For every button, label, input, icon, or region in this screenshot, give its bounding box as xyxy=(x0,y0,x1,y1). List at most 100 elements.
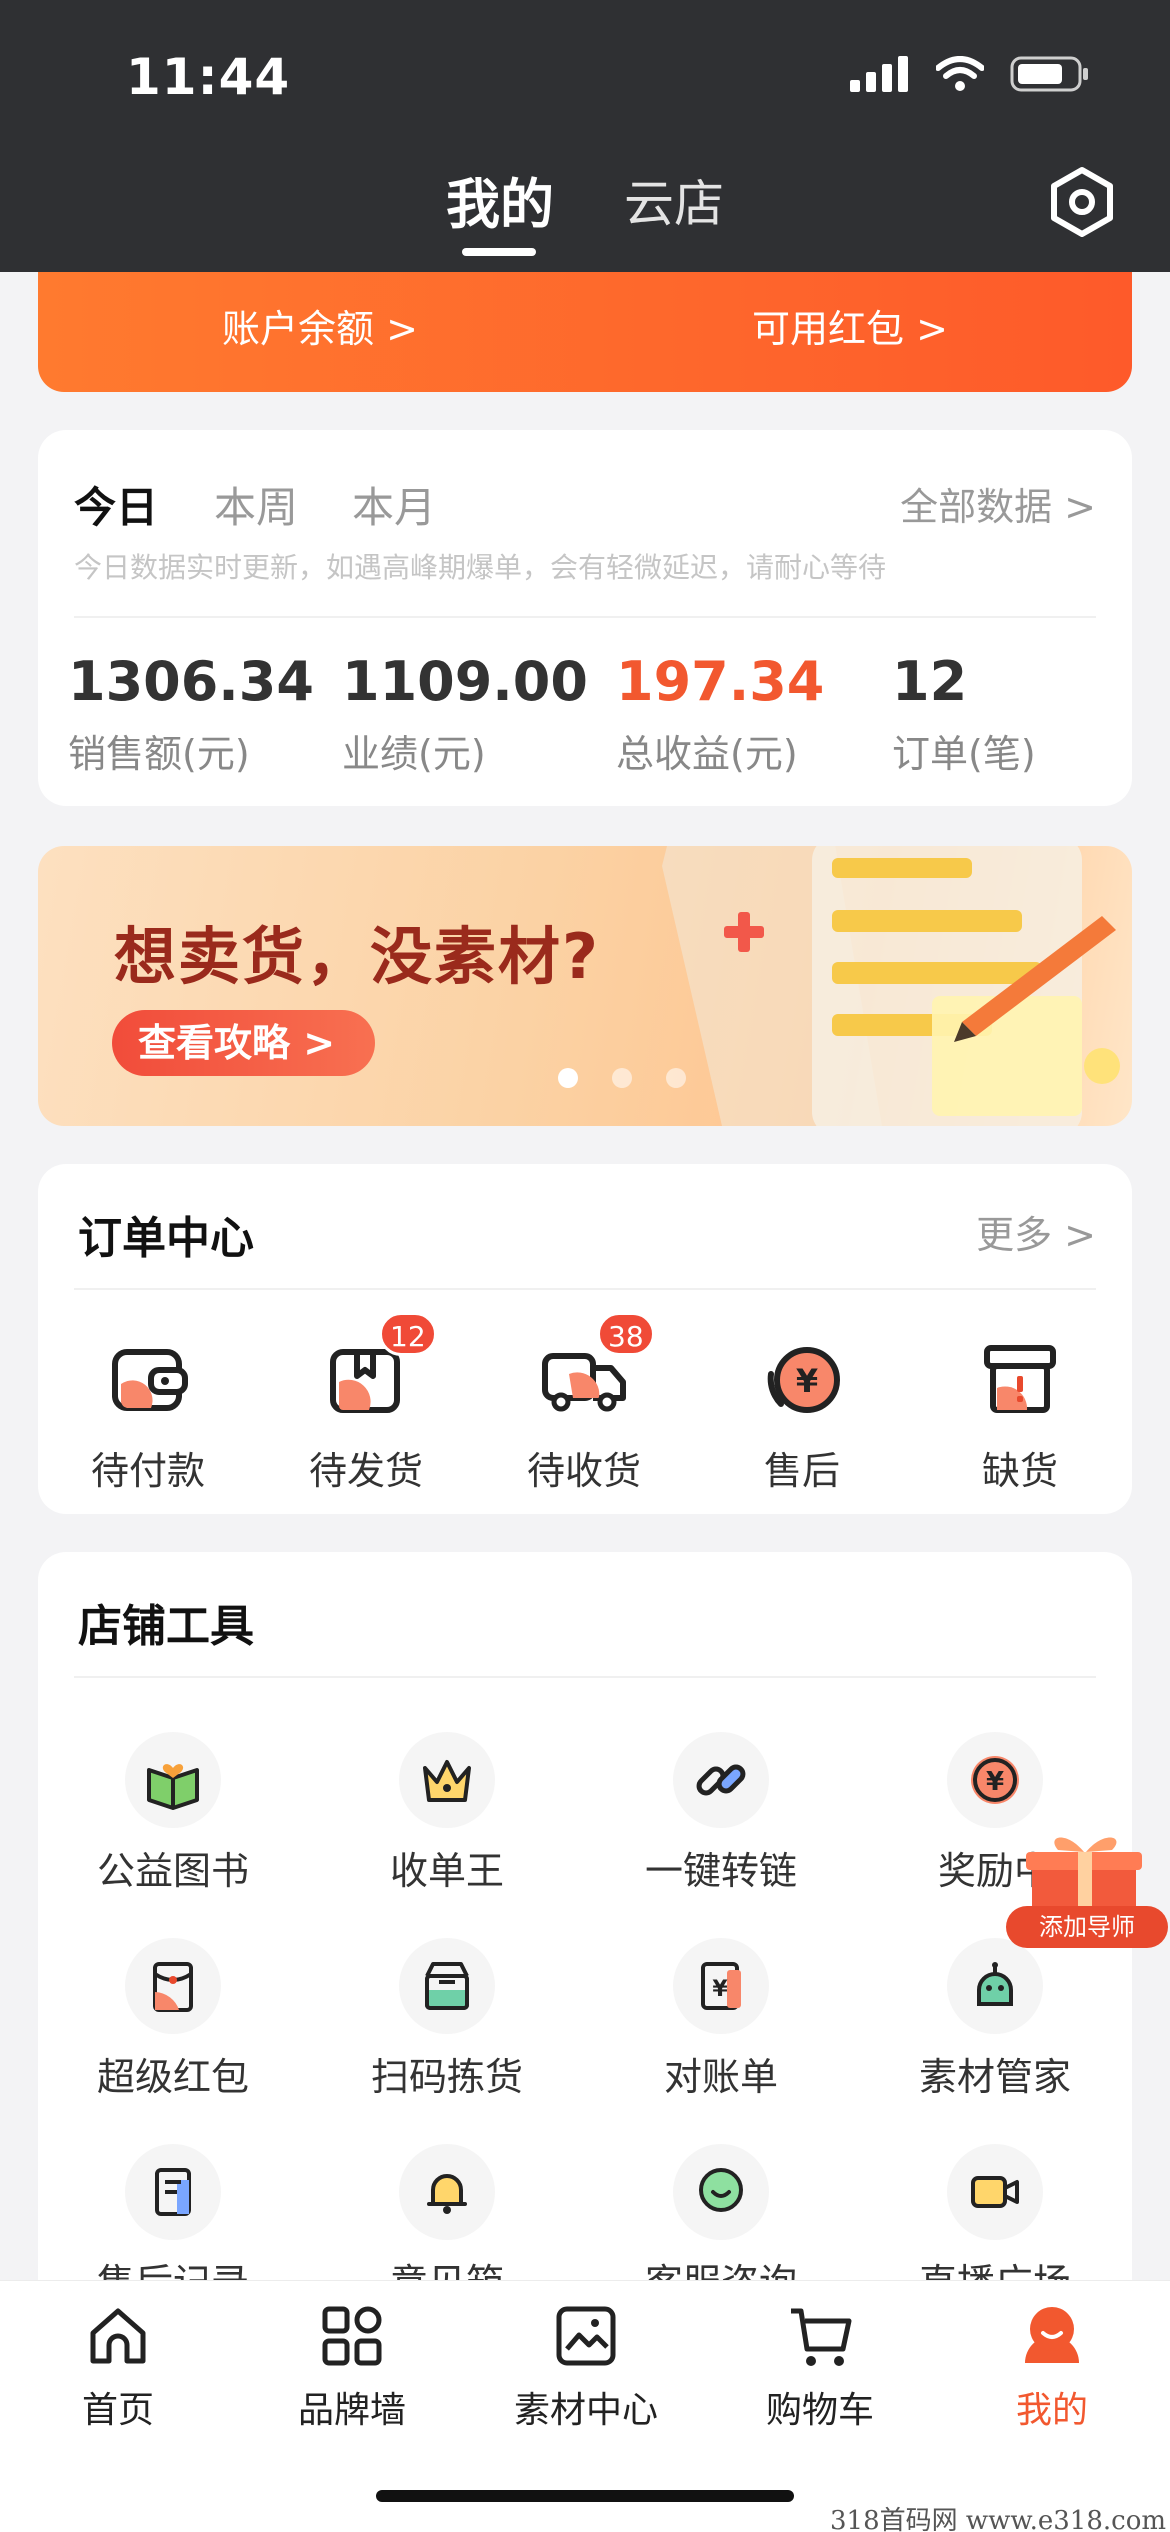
stat-value: 1306.34 xyxy=(68,650,314,713)
tab-label: 品牌墙 xyxy=(297,2390,406,2431)
scan-box-icon xyxy=(425,1962,469,2010)
header-tabs: 我的 云店 xyxy=(0,160,1170,260)
document-illustration xyxy=(662,846,1120,1126)
box-alert-icon xyxy=(984,1345,1056,1413)
tab-label: 素材中心 xyxy=(513,2390,658,2431)
battery-icon xyxy=(1010,56,1088,92)
svg-text:¥: ¥ xyxy=(712,1977,728,2002)
tool-statement[interactable]: ¥ 对账单 xyxy=(606,1938,836,2101)
more-link[interactable]: 更多 > xyxy=(976,1204,1096,1259)
status-icons xyxy=(850,56,1090,92)
redpacket-link[interactable]: 可用红包 > xyxy=(752,298,948,353)
section-title: 订单中心 xyxy=(78,1213,254,1264)
tool-material-butler[interactable]: 素材管家 xyxy=(880,1938,1110,2101)
tab-cart[interactable]: 购物车 xyxy=(730,2301,910,2433)
add-mentor-label: 添加导师 xyxy=(1006,1906,1168,1948)
tool-one-click-link[interactable]: 一键转链 xyxy=(606,1732,836,1895)
tool-charity-books[interactable]: 公益图书 xyxy=(58,1732,288,1895)
order-label: 待收货 xyxy=(526,1449,641,1493)
order-out-of-stock[interactable]: 缺货 xyxy=(930,1334,1110,1495)
home-indicator xyxy=(376,2490,794,2502)
record-icon xyxy=(155,2168,191,2216)
camera-icon xyxy=(971,2176,1019,2208)
order-pending-payment[interactable]: 待付款 xyxy=(58,1334,238,1495)
tab-label: 我的 xyxy=(1015,2390,1088,2431)
tool-scan-pick[interactable]: 扫码拣货 xyxy=(332,1938,562,2101)
stat-label: 总收益(元) xyxy=(616,732,798,776)
tool-super-redpacket[interactable]: 超级红包 xyxy=(58,1938,288,2101)
stats-card: 今日 本周 本月 全部数据 > 今日数据实时更新，如遇高峰期爆单，会有轻微延迟，… xyxy=(38,430,1132,806)
robot-icon xyxy=(977,1962,1013,2006)
period-tab-month[interactable]: 本月 xyxy=(352,474,436,535)
order-label: 待发货 xyxy=(308,1449,423,1493)
tab-material-center[interactable]: 素材中心 xyxy=(496,2301,676,2433)
yuan-coin-icon: ¥ xyxy=(971,1756,1019,1804)
profile-icon xyxy=(1025,2307,1079,2363)
stat-value: 12 xyxy=(892,650,968,713)
tab-label: 首页 xyxy=(81,2390,154,2431)
banner-title: 想卖货，没素材? xyxy=(114,920,600,993)
svg-text:¥: ¥ xyxy=(796,1362,818,1400)
top-header: 11:44 我的 云店 xyxy=(0,0,1170,272)
order-label: 待付款 xyxy=(90,1449,205,1493)
view-guide-button[interactable]: 查看攻略 > xyxy=(112,1010,376,1076)
tool-label: 一键转链 xyxy=(644,1849,797,1893)
order-badge: 38 xyxy=(597,1312,655,1356)
section-title: 店铺工具 xyxy=(78,1601,254,1652)
order-label: 售后 xyxy=(763,1449,840,1493)
signal-icon xyxy=(850,56,908,92)
promo-banner[interactable]: 想卖货，没素材? 查看攻略 > xyxy=(38,846,1132,1126)
tab-label: 购物车 xyxy=(765,2390,874,2431)
grid-icon xyxy=(322,2306,382,2366)
tab-cloud-store[interactable]: 云店 xyxy=(624,164,724,236)
order-to-ship[interactable]: 12 待发货 xyxy=(276,1312,456,1495)
tool-order-king[interactable]: 收单王 xyxy=(332,1732,562,1895)
carousel-dot[interactable] xyxy=(666,1068,686,1088)
book-heart-icon xyxy=(147,1764,199,1810)
stat-earnings[interactable]: 197.34 总收益(元) xyxy=(616,650,824,778)
tool-label: 公益图书 xyxy=(96,1849,249,1893)
tab-underline xyxy=(462,248,536,256)
balance-strip: 账户余额 > 可用红包 > xyxy=(38,272,1132,392)
wifi-icon xyxy=(936,56,984,91)
stat-label: 订单(笔) xyxy=(892,732,1036,776)
stats-note: 今日数据实时更新，如遇高峰期爆单，会有轻微延迟，请耐心等待 xyxy=(74,551,887,584)
carousel-dot[interactable] xyxy=(558,1068,578,1088)
stat-performance[interactable]: 1109.00 业绩(元) xyxy=(342,650,588,778)
stat-value: 197.34 xyxy=(616,650,825,713)
stat-label: 销售额(元) xyxy=(68,732,250,776)
stat-value: 1109.00 xyxy=(342,650,588,713)
tab-brand-wall[interactable]: 品牌墙 xyxy=(262,2301,442,2433)
stat-orders[interactable]: 12 订单(笔) xyxy=(892,650,1036,778)
cart-icon xyxy=(791,2308,852,2366)
order-after-sale[interactable]: ¥ 售后 xyxy=(712,1334,892,1495)
tab-home[interactable]: 首页 xyxy=(28,2301,208,2433)
link-icon xyxy=(696,1764,746,1796)
add-mentor-float[interactable]: 添加导师 xyxy=(1006,1830,1168,1950)
order-to-receive[interactable]: 38 待收货 xyxy=(494,1312,674,1495)
tab-mine[interactable]: 我的 xyxy=(446,160,554,239)
svg-text:¥: ¥ xyxy=(986,1767,1004,1797)
order-badge: 12 xyxy=(379,1312,437,1356)
all-data-link[interactable]: 全部数据 > xyxy=(900,476,1096,531)
divider xyxy=(74,1288,1096,1290)
tool-label: 收单王 xyxy=(389,1849,504,1893)
order-center-card: 订单中心 更多 > 待付款 12 待发货 38 待收货 ¥ 售后 缺货 xyxy=(38,1164,1132,1514)
carousel-dot[interactable] xyxy=(612,1068,632,1088)
wallet-icon xyxy=(112,1349,188,1411)
red-envelope-icon xyxy=(153,1962,193,2012)
period-tab-today[interactable]: 今日 xyxy=(74,474,158,535)
stat-label: 业绩(元) xyxy=(342,732,486,776)
tool-label: 对账单 xyxy=(663,2055,778,2099)
image-icon xyxy=(556,2306,616,2366)
carousel-dots xyxy=(558,1068,686,1088)
yuan-refund-icon: ¥ xyxy=(767,1347,840,1413)
settings-icon[interactable] xyxy=(1042,162,1122,242)
tab-mine-bottom[interactable]: 我的 xyxy=(962,2301,1142,2433)
order-label: 缺货 xyxy=(981,1449,1058,1493)
status-time: 11:44 xyxy=(126,48,291,106)
stat-sales[interactable]: 1306.34 销售额(元) xyxy=(68,650,314,778)
account-balance-link[interactable]: 账户余额 > xyxy=(222,298,418,353)
period-tab-week[interactable]: 本周 xyxy=(214,474,298,535)
bell-icon xyxy=(427,2174,467,2214)
